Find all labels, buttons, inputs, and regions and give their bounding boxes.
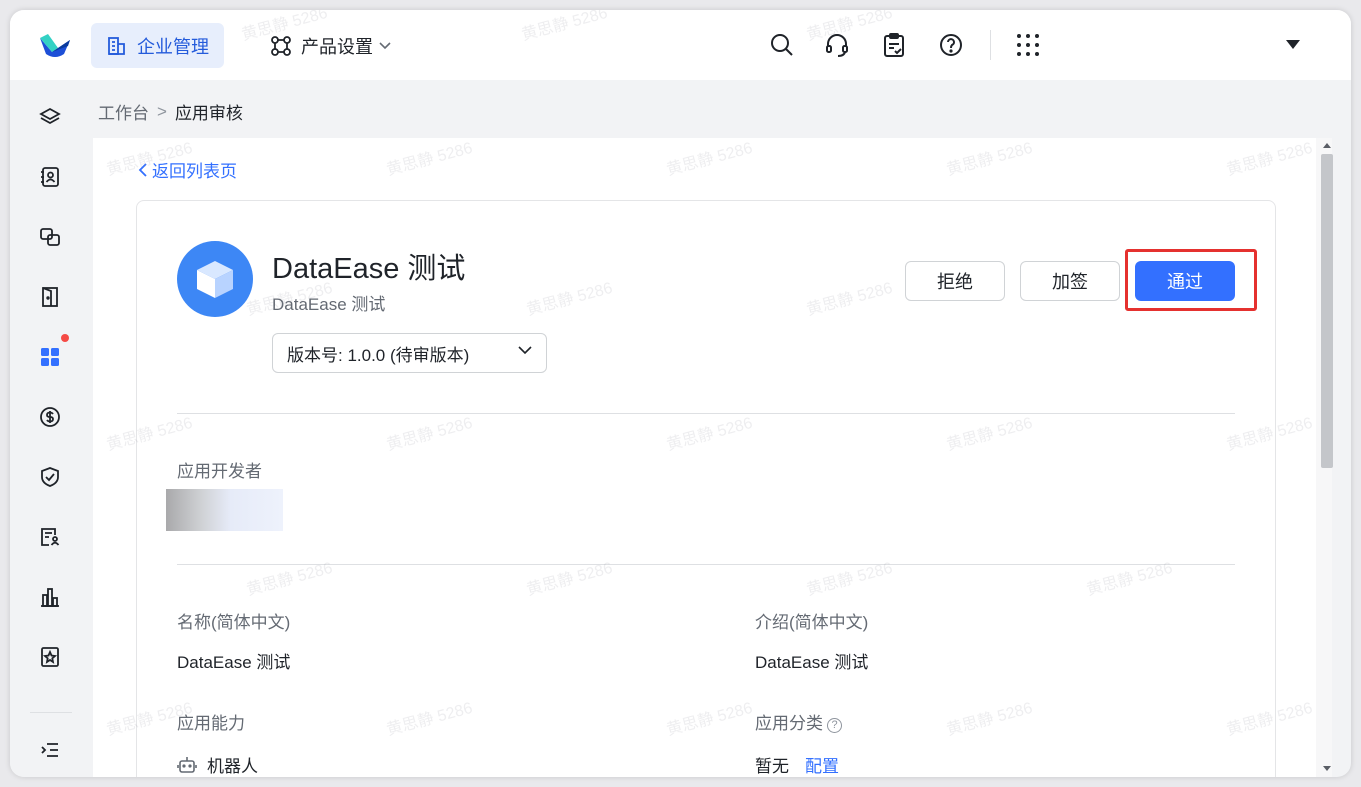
category-label-text: 应用分类 — [755, 714, 823, 733]
developer-label: 应用开发者 — [177, 462, 262, 481]
chevron-left-icon — [138, 162, 147, 177]
category-value: 暂无 配置 — [755, 752, 839, 777]
reject-button[interactable]: 拒绝 — [905, 261, 1005, 301]
app-subtitle: DataEase 测试 — [272, 295, 386, 314]
help-icon[interactable] — [936, 30, 966, 60]
section-divider — [177, 564, 1235, 565]
name-label: 名称(简体中文) — [177, 613, 291, 632]
product-icon — [271, 35, 291, 56]
developer-avatar-blurred — [166, 489, 283, 531]
app-review-card: DataEase 测试 DataEase 测试 版本号: 1.0.0 (待审版本… — [136, 200, 1276, 777]
link-icon[interactable] — [37, 224, 63, 250]
approve-highlight-box — [1125, 249, 1257, 311]
bar-chart-icon[interactable] — [37, 584, 63, 610]
capability-label: 应用能力 — [177, 714, 245, 733]
breadcrumb: 工作台 > 应用审核 — [98, 99, 243, 124]
version-select-value: 版本号: 1.0.0 (待审版本) — [287, 345, 470, 365]
top-bar: 企业管理 产品设置 — [10, 10, 1351, 80]
building-icon — [108, 36, 125, 55]
nav-enterprise-management[interactable]: 企业管理 — [91, 23, 224, 68]
breadcrumb-root[interactable]: 工作台 — [98, 99, 149, 124]
section-divider — [177, 413, 1235, 414]
name-value: DataEase 测试 — [177, 653, 291, 672]
star-doc-icon[interactable] — [37, 644, 63, 670]
robot-icon — [177, 756, 197, 773]
sidebar — [10, 80, 92, 777]
category-value-text: 暂无 — [755, 757, 789, 776]
brand-logo[interactable] — [38, 30, 72, 60]
capability-value: 机器人 — [177, 752, 258, 777]
door-icon[interactable] — [37, 284, 63, 310]
breadcrumb-separator: > — [157, 101, 167, 121]
apps-grid-icon[interactable] — [1013, 30, 1043, 60]
intro-label: 介绍(简体中文) — [755, 613, 869, 632]
intro-value: DataEase 测试 — [755, 653, 869, 672]
collapse-icon[interactable] — [37, 737, 63, 763]
form-user-icon[interactable] — [37, 524, 63, 550]
user-menu-caret-icon[interactable] — [1286, 36, 1300, 54]
scroll-down-arrow-icon[interactable] — [1323, 766, 1331, 771]
nav-product-settings[interactable]: 产品设置 — [270, 23, 400, 68]
nav-product-label: 产品设置 — [301, 36, 373, 57]
nav-enterprise-label: 企业管理 — [137, 36, 209, 57]
app-window: 企业管理 产品设置 工作台 > 应用审核 返回列表页 DataEase 测试 D… — [10, 10, 1351, 777]
app-cube-icon — [177, 241, 253, 317]
headset-icon[interactable] — [822, 30, 852, 60]
version-select[interactable]: 版本号: 1.0.0 (待审版本) — [272, 333, 547, 373]
clipboard-icon[interactable] — [879, 30, 909, 60]
layers-icon[interactable] — [37, 104, 63, 130]
app-title: DataEase 测试 — [272, 253, 466, 285]
contacts-icon[interactable] — [37, 164, 63, 190]
chevron-down-icon — [518, 346, 532, 355]
notification-dot — [61, 334, 69, 342]
back-link-label: 返回列表页 — [152, 162, 237, 181]
cosign-button[interactable]: 加签 — [1020, 261, 1120, 301]
search-icon[interactable] — [767, 30, 797, 60]
scrollbar-thumb[interactable] — [1321, 154, 1333, 468]
capability-robot-label: 机器人 — [207, 757, 258, 776]
category-label: 应用分类? — [755, 709, 842, 734]
question-icon[interactable]: ? — [827, 718, 842, 733]
topbar-divider — [990, 30, 991, 60]
chevron-down-icon — [379, 41, 391, 49]
sidebar-divider — [30, 712, 72, 713]
scroll-up-arrow-icon[interactable] — [1323, 143, 1331, 148]
apps-icon[interactable] — [37, 344, 63, 370]
category-config-link[interactable]: 配置 — [805, 757, 839, 776]
back-to-list-link[interactable]: 返回列表页 — [138, 157, 237, 182]
shield-icon[interactable] — [37, 464, 63, 490]
dollar-icon[interactable] — [37, 404, 63, 430]
breadcrumb-current: 应用审核 — [174, 104, 243, 123]
